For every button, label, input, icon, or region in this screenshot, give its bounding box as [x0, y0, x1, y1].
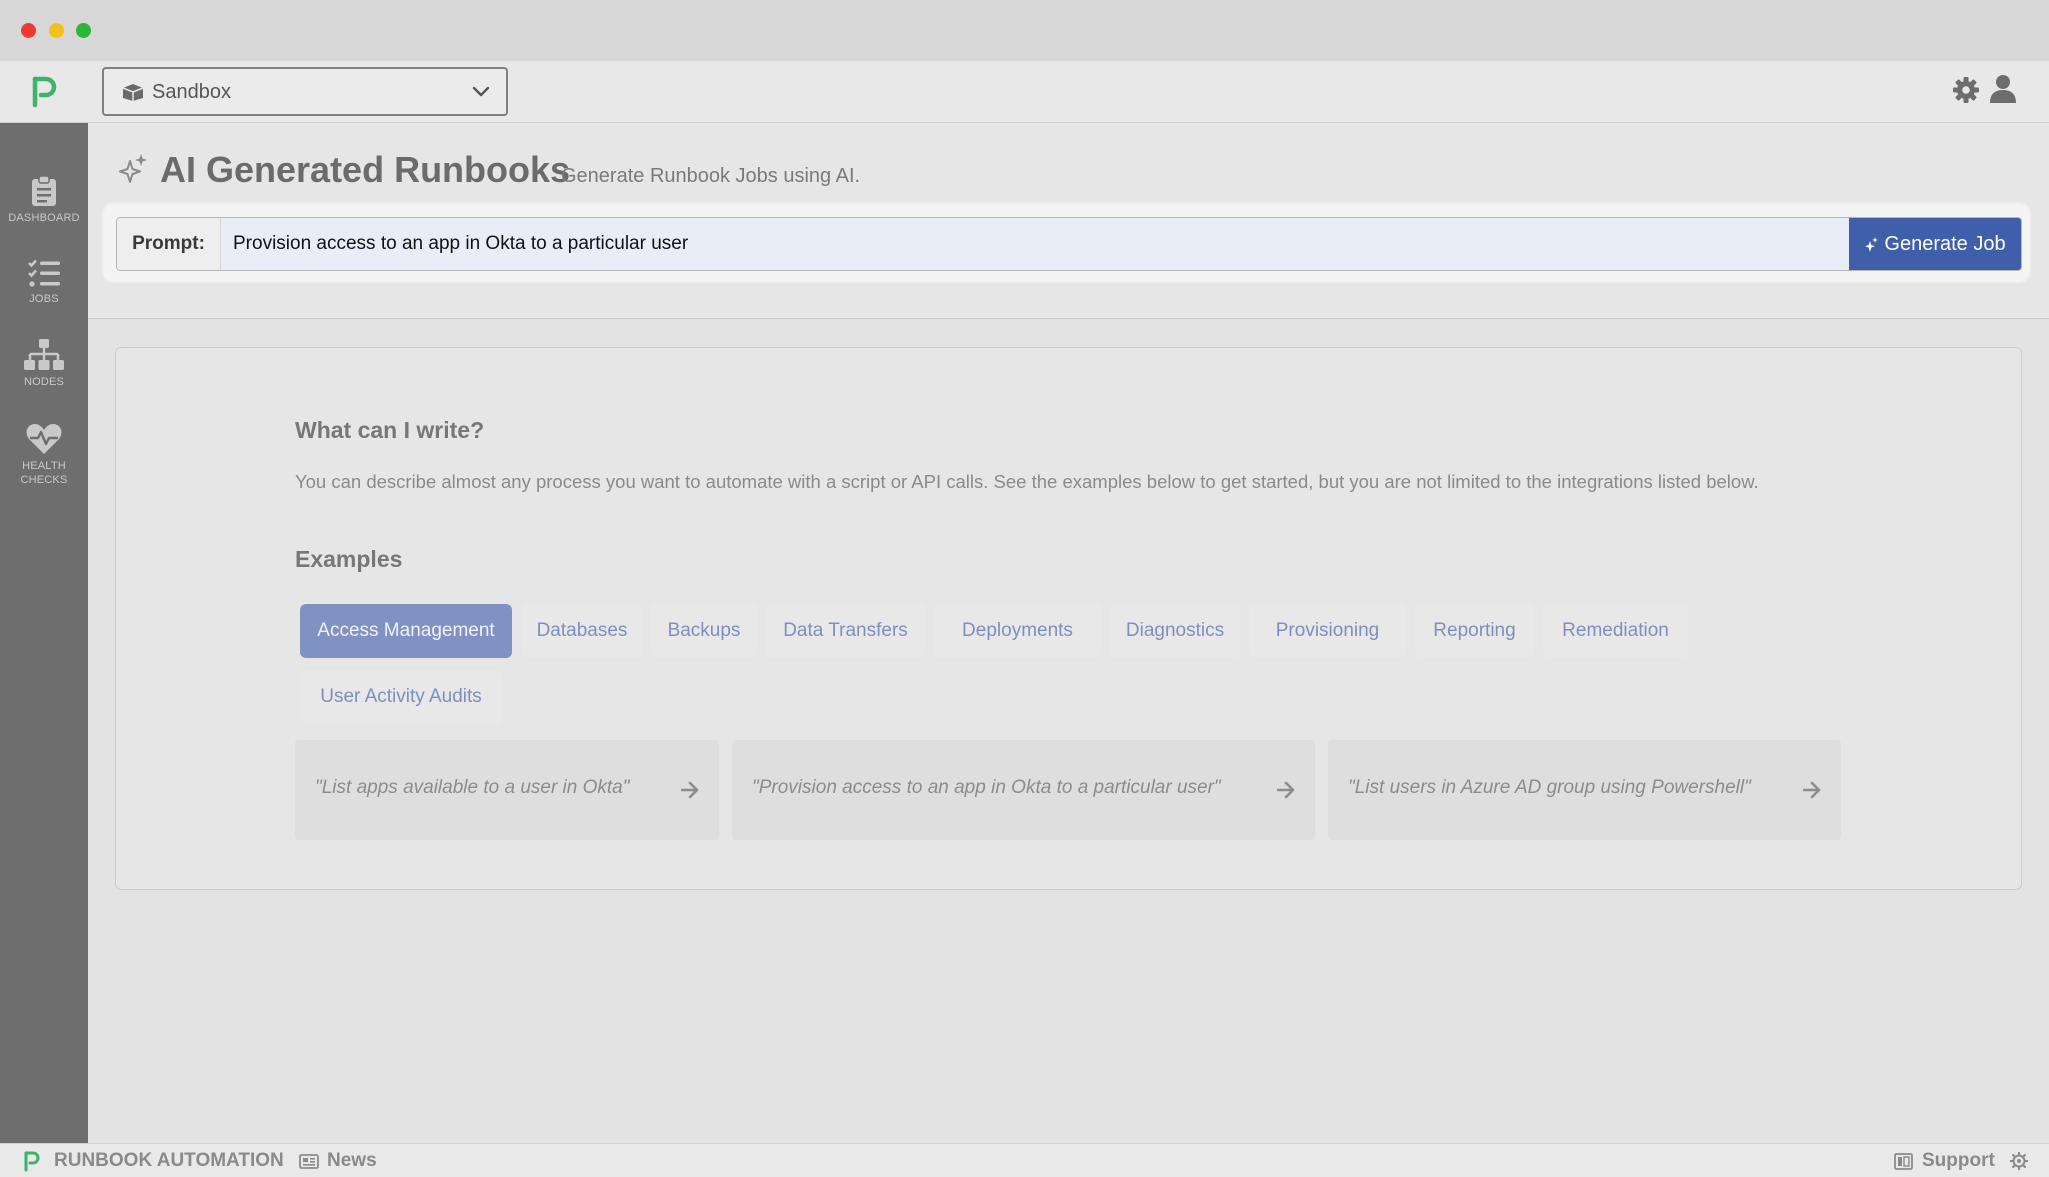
sidebar-item-health-checks[interactable]: HEALTH CHECKS — [0, 423, 88, 487]
tab-access-management[interactable]: Access Management — [300, 604, 512, 658]
window-titlebar — [0, 0, 2049, 61]
top-bar: Sandbox — [0, 61, 2049, 123]
example-card[interactable]: "List users in Azure AD group using Powe… — [1328, 740, 1841, 840]
minimize-window-button[interactable] — [49, 23, 64, 38]
clipboard-icon — [32, 175, 56, 206]
maximize-window-button[interactable] — [76, 23, 91, 38]
heartbeat-icon — [26, 424, 62, 454]
sidebar-item-dashboard[interactable]: DASHBOARD — [0, 175, 88, 225]
prompt-label: Prompt: — [117, 218, 221, 270]
app-logo-icon[interactable] — [30, 75, 58, 109]
box-icon — [122, 84, 144, 101]
support-icon — [1894, 1153, 1913, 1170]
prompt-panel: Prompt: Generate Job — [104, 204, 2029, 281]
tab-reporting[interactable]: Reporting — [1415, 604, 1534, 658]
environment-label: Sandbox — [152, 81, 231, 103]
tab-user-activity-audits[interactable]: User Activity Audits — [300, 670, 502, 724]
sidebar-item-jobs[interactable]: JOBS — [0, 258, 88, 306]
tab-deployments[interactable]: Deployments — [934, 604, 1101, 658]
prompt-input-group: Prompt: Generate Job — [116, 217, 2022, 271]
sidebar-item-label: NODES — [23, 376, 65, 388]
prompt-input[interactable] — [221, 218, 1849, 270]
footer-brand: RUNBOOK AUTOMATION — [54, 1150, 284, 1171]
tab-diagnostics[interactable]: Diagnostics — [1110, 604, 1240, 658]
close-window-button[interactable] — [21, 23, 36, 38]
example-card[interactable]: "Provision access to an app in Okta to a… — [732, 740, 1315, 840]
examples-heading: Examples — [295, 546, 403, 572]
tab-data-transfers[interactable]: Data Transfers — [766, 604, 925, 658]
gear-icon[interactable] — [2010, 1152, 2028, 1170]
what-can-i-write-heading: What can I write? — [295, 417, 485, 443]
page-title: AI Generated Runbooks — [160, 149, 571, 190]
gear-icon[interactable] — [1952, 76, 1980, 104]
news-link[interactable]: News — [327, 1150, 377, 1172]
tab-databases[interactable]: Databases — [522, 604, 642, 658]
tab-remediation[interactable]: Remediation — [1543, 604, 1688, 658]
newspaper-icon — [299, 1154, 319, 1169]
support-link[interactable]: Support — [1922, 1150, 1995, 1172]
generate-job-label: Generate Job — [1884, 233, 2006, 255]
description-text: You can describe almost any process you … — [295, 471, 1759, 492]
tab-provisioning[interactable]: Provisioning — [1249, 604, 1406, 658]
user-icon[interactable] — [1989, 74, 2017, 104]
arrow-right-icon — [1277, 781, 1295, 799]
page-subtitle: Generate Runbook Jobs using AI. — [561, 165, 861, 187]
generate-job-button[interactable]: Generate Job — [1849, 218, 2021, 270]
main-content: AI Generated Runbooks Generate Runbook J… — [88, 123, 2049, 1143]
list-icon — [28, 259, 60, 287]
arrow-right-icon — [681, 781, 699, 799]
sitemap-icon — [24, 339, 64, 370]
examples-card: What can I write? You can describe almos… — [115, 347, 2022, 890]
example-text: "Provision access to an app in Okta to a… — [752, 777, 1221, 798]
sparkles-icon — [1865, 236, 1879, 252]
app-logo-icon — [24, 1151, 40, 1172]
environment-select[interactable]: Sandbox — [102, 67, 508, 116]
example-card[interactable]: "List apps available to a user in Okta" — [295, 740, 719, 840]
sidebar-item-label: DASHBOARD — [8, 212, 80, 224]
tab-backups[interactable]: Backups — [651, 604, 757, 658]
arrow-right-icon — [1803, 781, 1821, 799]
example-text: "List apps available to a user in Okta" — [315, 777, 630, 798]
chevron-down-icon — [472, 86, 490, 97]
footer: RUNBOOK AUTOMATION News Support — [0, 1143, 2049, 1177]
page-header: AI Generated Runbooks Generate Runbook J… — [88, 123, 2049, 319]
example-text: "List users in Azure AD group using Powe… — [1348, 777, 1751, 798]
sidebar-item-label: JOBS — [29, 293, 59, 305]
sidebar: DASHBOARD JOBS NODES HEALTH CHECKS — [0, 123, 88, 1143]
sidebar-item-label: HEALTH CHECKS — [20, 460, 68, 486]
sidebar-item-nodes[interactable]: NODES — [0, 339, 88, 389]
sparkles-icon — [119, 154, 147, 183]
